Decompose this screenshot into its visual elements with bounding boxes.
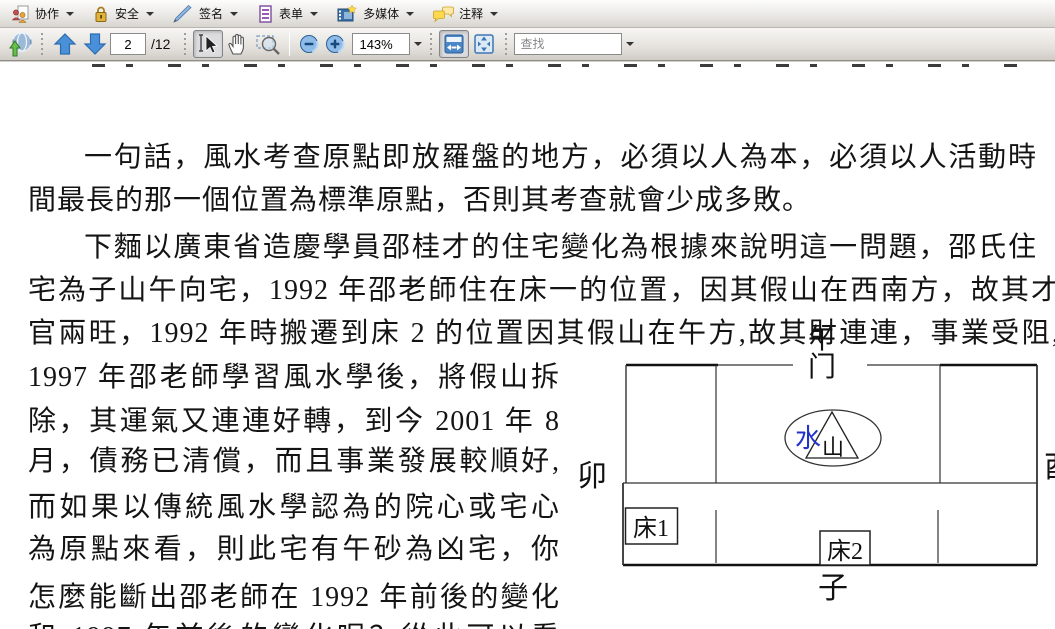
water-label: 水 [795,424,821,453]
column-line: 1997 年邵老師學習風水學後，將假山拆 [28,362,560,396]
marquee-zoom-tool-button[interactable] [253,30,283,58]
document-page[interactable]: 一句話，風水考查原點即放羅盤的地方，必須以人為本，必須以人活動時 間最長的那一個… [0,62,1055,629]
zoom-marquee-icon [255,32,281,56]
chevron-down-icon [230,12,238,16]
column-line: 為原點來看，則此宅有午砂為凶宅，你 [28,534,560,568]
pen-icon [172,4,194,24]
chevron-down-icon [66,12,74,16]
menu-multimedia[interactable]: 多媒体 [332,2,422,26]
zoom-out-button[interactable] [296,30,322,58]
toolbar-grip [504,33,509,55]
minus-circle-icon [299,34,319,54]
hand-icon [226,32,250,56]
bed2-label: 床2 [827,538,863,565]
menu-sign[interactable]: 签名 [168,2,246,26]
paragraph-line: 間最長的那一個位置為標準原點，否則其考查就會少成多敗。 [28,185,811,216]
menu-comments-label: 注释 [459,5,483,22]
web-home-button[interactable] [5,30,35,58]
toolbar-separator [289,32,290,56]
zoom-dropdown-arrow[interactable] [410,33,424,55]
globe-icon [7,31,33,57]
menu-forms[interactable]: 表单 [252,2,326,26]
clipped-text-line [92,64,1037,67]
paragraph-line: 宅為子山午向宅，1992 年邵老師住在床一的位置，因其假山在西南方，故其才 [28,275,1055,309]
fit-width-button[interactable] [439,30,469,58]
toolbar-grip [183,33,188,55]
bed1-label: 床1 [633,515,669,542]
chevron-down-icon [310,12,318,16]
navigation-toolbar: /12 [0,28,1055,61]
menu-security-label: 安全 [115,5,139,22]
fit-page-icon [473,33,495,55]
menu-multimedia-label: 多媒体 [363,5,399,22]
toolbar-grip [40,33,45,55]
zoom-in-button[interactable] [322,30,348,58]
menu-collaborate-label: 协作 [35,5,59,22]
arrow-up-icon [53,32,77,56]
plus-circle-icon [325,34,345,54]
fit-page-button[interactable] [469,30,499,58]
direction-south-label: 午 [808,323,836,355]
form-icon [256,4,274,24]
toolbar-grip [429,33,434,55]
menu-comments[interactable]: 注释 [428,2,506,26]
find-input[interactable] [514,33,622,55]
chevron-down-icon [406,12,414,16]
find-dropdown-arrow[interactable] [622,33,636,55]
paragraph-line: 下麵以廣東省造慶學員邵桂才的住宅變化為根據來說明這一問題，邵氏住 [28,232,1037,266]
direction-north-label: 子 [818,572,848,605]
column-line: 月，債務已清償，而且事業發展較順好, [28,446,560,480]
paragraph-line: 一句話，風水考查原點即放羅盤的地方，必須以人為本，必須以人活動時 [28,142,1037,176]
hand-tool-button[interactable] [223,30,253,58]
menu-forms-label: 表单 [279,5,303,22]
column-line: 而如果以傳統風水學認為的院心或宅心 [28,492,560,526]
menu-sign-label: 签名 [199,5,223,22]
next-page-button[interactable] [80,30,110,58]
select-tool-button[interactable] [193,30,223,58]
lock-icon [92,4,110,24]
arrow-down-icon [83,32,107,56]
column-line: 和 1997 年前後的變化呢？從此可以看 [28,622,560,629]
direction-east-label: 卯 [577,460,607,493]
speech-bubbles-icon [432,4,454,24]
zoom-level-input[interactable] [352,33,410,55]
column-line: 除，其運氣又連連好轉，到今 2001 年 8 [28,406,560,440]
menu-collaborate[interactable]: 协作 [6,2,82,26]
previous-page-button[interactable] [50,30,80,58]
mountain-label: 山 [822,435,844,460]
fit-width-icon [443,33,465,55]
pdf-reader-window: 协作 安全 签名 [0,0,1055,629]
select-cursor-icon [196,32,220,56]
column-line: 怎麼能斷出邵老師在 1992 年前後的變化 [28,582,560,616]
film-icon [336,4,358,24]
chevron-down-icon [490,12,498,16]
floorplan-diagram: 水 山 床1 床2 午 门 卯 酉 子 [570,310,1055,615]
collaborate-icon [10,4,30,24]
plugins-toolbar: 协作 安全 签名 [0,0,1055,28]
page-number-input[interactable] [110,33,146,55]
menu-security[interactable]: 安全 [88,2,162,26]
direction-west-label: 酉 [1044,451,1055,484]
gate-label: 门 [808,351,836,383]
page-total-label: /12 [151,36,170,52]
chevron-down-icon [146,12,154,16]
